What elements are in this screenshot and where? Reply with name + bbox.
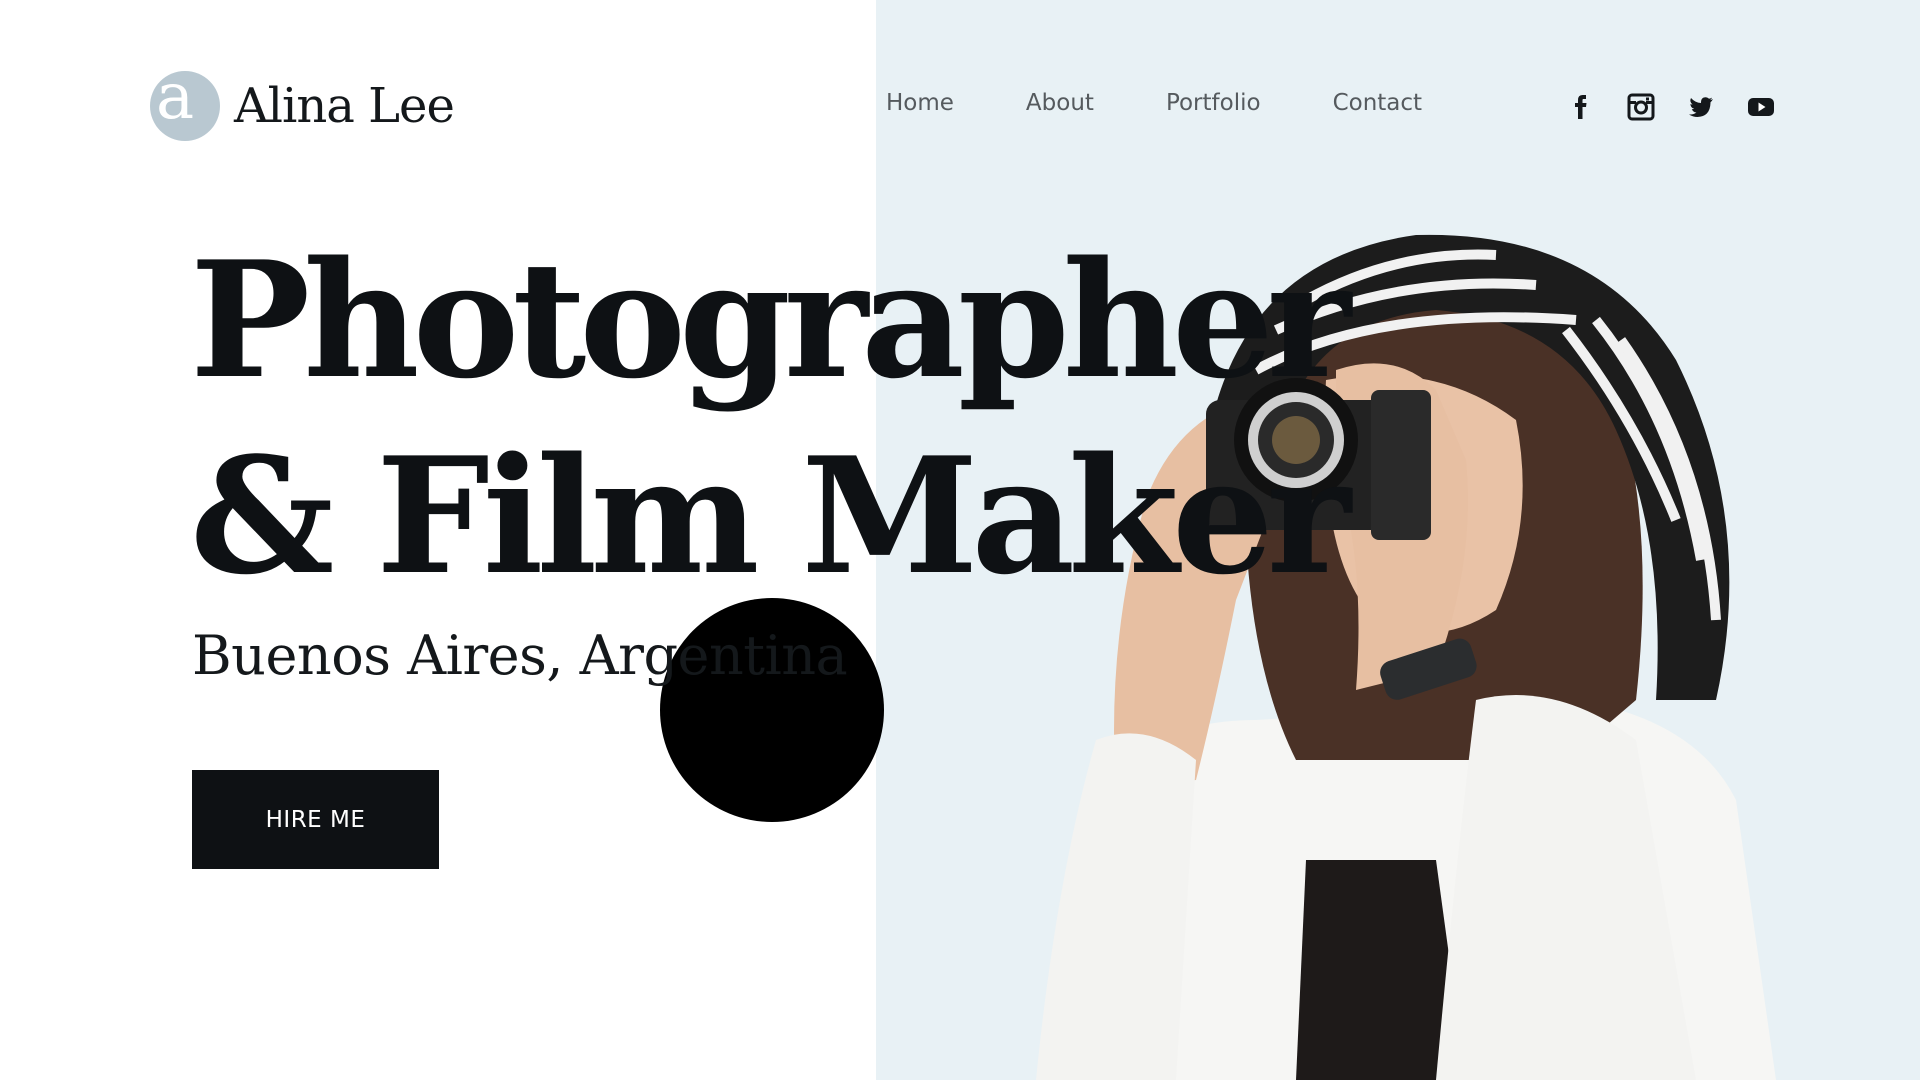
social-links bbox=[1566, 92, 1776, 122]
nav-item-home[interactable]: Home bbox=[886, 90, 954, 116]
location-text: Buenos Aires, Argentina bbox=[192, 624, 848, 687]
main-nav: Home About Portfolio Contact bbox=[886, 90, 1422, 116]
twitter-icon[interactable] bbox=[1686, 92, 1716, 122]
facebook-icon[interactable] bbox=[1566, 92, 1596, 122]
brand-logo[interactable]: a Alina Lee bbox=[150, 65, 455, 142]
youtube-icon[interactable] bbox=[1746, 92, 1776, 122]
headline-line-1: Photographer bbox=[190, 226, 1351, 414]
nav-item-contact[interactable]: Contact bbox=[1333, 90, 1422, 116]
headline-line-2: & Film Maker bbox=[190, 422, 1351, 610]
logo-mark: a bbox=[150, 65, 220, 141]
logo-letter: a bbox=[156, 60, 195, 134]
nav-item-portfolio[interactable]: Portfolio bbox=[1166, 90, 1261, 116]
hire-me-button[interactable]: HIRE ME bbox=[192, 770, 439, 869]
nav-item-about[interactable]: About bbox=[1026, 90, 1094, 116]
instagram-icon[interactable] bbox=[1626, 92, 1656, 122]
brand-name: Alina Lee bbox=[234, 78, 455, 134]
hero-headline: Photographer & Film Maker bbox=[190, 222, 1351, 614]
